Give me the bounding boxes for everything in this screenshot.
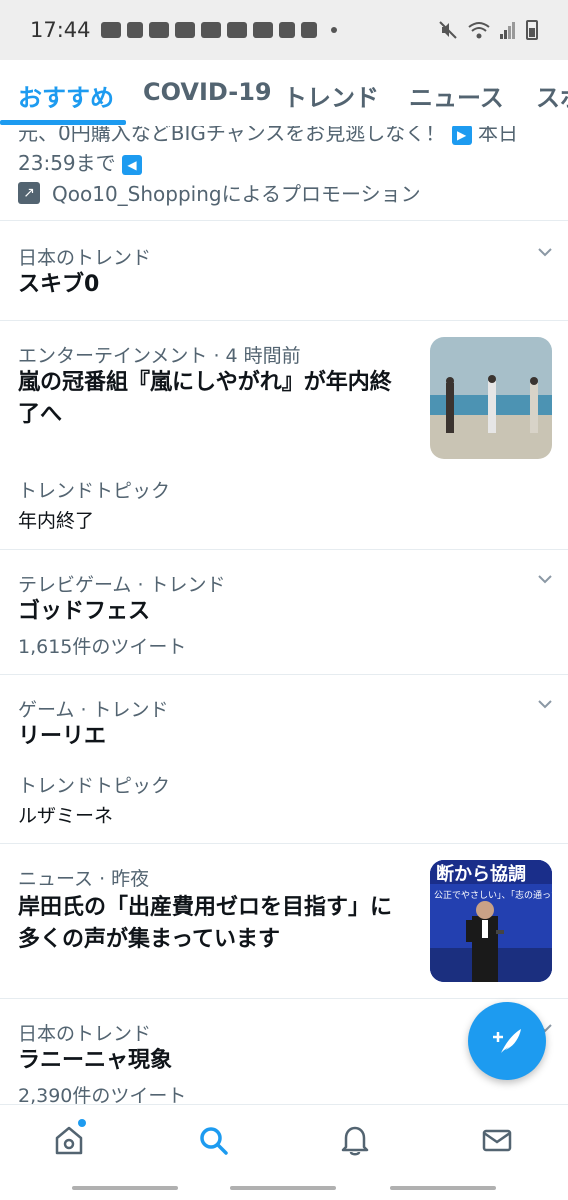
home-icon[interactable]	[52, 1123, 86, 1157]
active-tab-indicator	[0, 120, 126, 125]
mute-icon	[439, 21, 457, 39]
trend-headline-line1: 嵐の冠番組『嵐にしやがれ』が年内終	[18, 370, 392, 395]
promo-text-line2: 23:59まで	[18, 151, 116, 175]
news-trend-item[interactable]: ニュース · 昨夜 岸田氏の「出産費用ゼロを目指す」に 多くの声が集まっています…	[0, 844, 568, 998]
chevron-down-icon[interactable]	[536, 243, 554, 261]
trend-headline-line2: 多くの声が集まっています	[18, 927, 281, 952]
battery-icon	[526, 20, 538, 40]
youtube-icon	[148, 22, 169, 38]
banner-caption: 公正でやさしい」、「志の通った」	[434, 889, 552, 901]
app-notification-icon	[126, 22, 143, 38]
youtube-icon	[200, 22, 221, 38]
beach-photo-thumbnail	[430, 337, 552, 459]
promo-sponsor-label: Qoo10_Shoppingによるプロモーション	[52, 182, 421, 206]
signal-icon	[500, 22, 515, 39]
notification-icons	[100, 22, 337, 38]
tab-covid19[interactable]: COVID-19	[143, 78, 272, 106]
tab-sports[interactable]: スポ	[536, 78, 568, 113]
bell-icon[interactable]	[338, 1123, 372, 1157]
tab-trending[interactable]: トレンド	[283, 78, 379, 113]
trend-headline: スキブ0	[18, 272, 100, 297]
trend-item[interactable]: テレビゲーム · トレンド ゴッドフェス 1,615件のツイート	[0, 550, 568, 674]
tweet-count: 2,390件のツイート	[18, 1085, 187, 1104]
flag-icon	[300, 22, 317, 38]
chevron-down-icon[interactable]	[536, 695, 554, 713]
gesture-handle[interactable]	[72, 1186, 178, 1190]
play-arrow-icon: ▶	[451, 126, 472, 145]
promo-text-line1-tail: 本日	[477, 126, 518, 145]
trend-meta: ゲーム · トレンド	[18, 699, 169, 721]
tab-news[interactable]: ニュース	[409, 78, 504, 113]
trend-meta: 日本のトレンド	[18, 1023, 152, 1045]
chevron-down-icon[interactable]	[536, 570, 554, 588]
more-notifications-dot	[330, 27, 337, 33]
app-notification-icon	[100, 22, 121, 38]
mail-icon[interactable]	[480, 1123, 514, 1157]
gesture-handle[interactable]	[390, 1186, 496, 1190]
explore-tabs: おすすめ COVID-19 トレンド ニュース スポ	[0, 60, 568, 126]
trend-headline: ラニーニャ現象	[18, 1048, 173, 1073]
compose-tweet-button[interactable]	[468, 1002, 546, 1080]
home-notification-dot	[78, 1119, 86, 1127]
trend-topic-label: トレンドトピック	[18, 775, 171, 797]
trend-topic-value: 年内終了	[18, 510, 95, 532]
trend-headline-line1: 岸田氏の「出産費用ゼロを目指す」に	[18, 895, 393, 920]
promo-sponsor: ↗ Qoo10_Shoppingによるプロモーション	[18, 178, 421, 207]
trend-topic-label: トレンドトピック	[18, 480, 171, 502]
promoted-icon: ↗	[18, 181, 40, 204]
trend-headline: ゴッドフェス	[18, 599, 151, 624]
promo-text-block: 元、0円購入などBIGチャンスをお見逃しなく！ ▶ 本日 23:59まで ◀	[18, 126, 528, 178]
bottom-navigation	[0, 1104, 568, 1176]
flag-icon	[278, 22, 295, 38]
trend-meta: エンターテインメント · 4 時間前	[18, 345, 301, 367]
promo-text-line1: 元、0円購入などBIGチャンスをお見逃しなく！	[18, 126, 446, 145]
trend-item[interactable]: ゲーム · トレンド リーリエ トレンドトピック ルザミーネ	[0, 675, 568, 843]
trend-item[interactable]: 日本のトレンド スキブ0	[0, 221, 568, 321]
back-arrow-icon: ◀	[122, 154, 142, 175]
trend-topic-value: ルザミーネ	[18, 805, 114, 827]
explore-feed[interactable]: 元、0円購入などBIGチャンスをお見逃しなく！ ▶ 本日 23:59まで ◀ ↗…	[0, 126, 568, 1104]
youtube-icon	[174, 22, 195, 38]
trend-meta: テレビゲーム · トレンド	[18, 574, 226, 596]
trend-meta: 日本のトレンド	[18, 247, 152, 269]
tab-recommended[interactable]: おすすめ	[18, 78, 114, 113]
news-trend-item[interactable]: エンターテインメント · 4 時間前 嵐の冠番組『嵐にしやがれ』が年内終 了へ …	[0, 321, 568, 549]
system-status-icons	[438, 20, 538, 40]
status-time: 17:44	[30, 18, 91, 42]
politician-photo-thumbnail: 断から協調 公正でやさしい」、「志の通った」	[430, 860, 552, 982]
tweet-count: 1,615件のツイート	[18, 636, 187, 658]
youtube-icon	[226, 22, 247, 38]
trend-headline: リーリエ	[18, 724, 107, 749]
youtube-icon	[252, 22, 273, 38]
search-icon[interactable]	[196, 1123, 230, 1157]
status-bar: 17:44	[0, 0, 568, 60]
trend-meta: ニュース · 昨夜	[18, 868, 150, 890]
gesture-handle[interactable]	[230, 1186, 336, 1190]
system-gesture-bar	[0, 1176, 568, 1200]
trend-headline-line2: 了へ	[18, 402, 63, 427]
compose-tweet-icon	[493, 1029, 521, 1053]
banner-text: 断から協調	[436, 863, 526, 885]
wifi-icon	[468, 22, 490, 39]
